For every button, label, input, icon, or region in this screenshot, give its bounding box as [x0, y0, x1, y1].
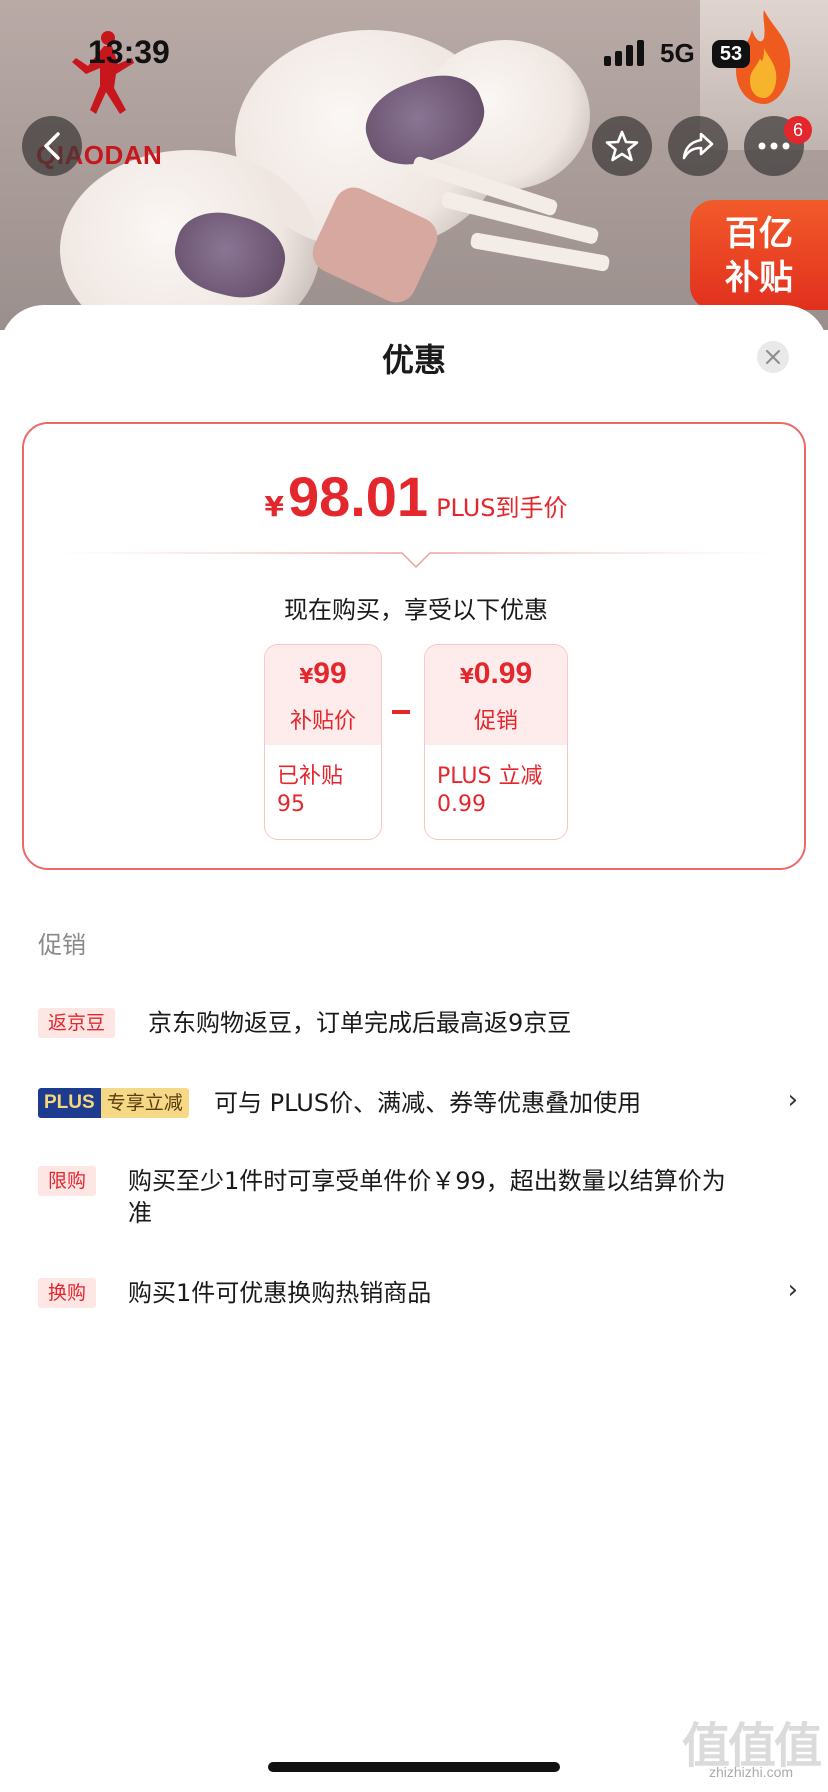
notification-badge: 6 — [784, 116, 812, 144]
share-button[interactable] — [668, 116, 728, 176]
promotions-section-title: 促销 — [38, 931, 86, 959]
card-label: 促销 — [473, 709, 518, 734]
promo-text: 购买至少1件时可享受单件价￥99，超出数量以结算价为准 — [128, 1167, 726, 1227]
card-amount: 0.99 — [473, 657, 533, 690]
promo-text: 可与 PLUS价、满减、券等优惠叠加使用 — [214, 1089, 642, 1117]
plus-tag-label: PLUS — [38, 1088, 101, 1118]
promo-tag: 返京豆 — [38, 1008, 116, 1038]
subsidy-line1: 百亿 — [725, 214, 793, 254]
watermark-url: zhizhizhi.com — [708, 1764, 794, 1780]
price-label: PLUS到手价 — [436, 494, 568, 522]
signal-icon — [604, 40, 644, 66]
subsidy-price-card: ¥99 补贴价 已补贴 95 — [264, 644, 382, 840]
more-icon — [758, 142, 790, 150]
final-price: ¥98.01 PLUS到手价 — [24, 464, 808, 529]
card-amount: 99 — [313, 657, 347, 690]
close-icon — [766, 350, 780, 364]
promo-row-limit: 限购 购买至少1件时可享受单件价￥99，超出数量以结算价为准 — [38, 1163, 798, 1233]
promo-tag: 换购 — [38, 1278, 97, 1308]
now-buy-text: 现在购买，享受以下优惠 — [284, 596, 548, 624]
discount-sheet: 优惠 ¥98.01 PLUS到手价 现在购买，享受以下优惠 ¥99 补贴价 已补… — [0, 305, 828, 1792]
price-breakdown-card: ¥98.01 PLUS到手价 现在购买，享受以下优惠 ¥99 补贴价 已补贴 9… — [22, 422, 806, 870]
subsidy-tag[interactable]: 百亿 补贴 — [690, 200, 828, 310]
card-label: 补贴价 — [289, 709, 356, 734]
sheet-title: 优惠 — [381, 341, 446, 379]
card-currency: ¥ — [299, 664, 314, 688]
minus-sign — [392, 710, 410, 714]
battery-indicator: 53 — [712, 40, 750, 68]
plus-tag: PLUS 专享立减 — [38, 1088, 189, 1118]
price-currency: ¥ — [264, 490, 284, 523]
card-desc: 已补贴 95 — [277, 764, 344, 817]
card-value: ¥99 — [265, 657, 381, 691]
promo-discount-card: ¥0.99 促销 PLUS 立减 0.99 — [424, 644, 568, 840]
favorite-button[interactable] — [592, 116, 652, 176]
network-type: 5G — [660, 38, 695, 68]
promo-tag: 限购 — [38, 1166, 97, 1196]
star-icon — [605, 130, 639, 162]
promo-row-plus[interactable]: PLUS 专享立减 可与 PLUS价、满减、券等优惠叠加使用 › — [38, 1085, 798, 1121]
promo-text: 京东购物返豆，订单完成后最高返9京豆 — [148, 1009, 572, 1037]
plus-tag-sub: 专享立减 — [100, 1088, 189, 1118]
card-desc: PLUS 立减 0.99 — [437, 764, 543, 817]
subsidy-line2: 补贴 — [725, 258, 793, 298]
back-button[interactable] — [22, 116, 82, 176]
card-currency: ¥ — [459, 664, 474, 688]
promo-row-jingdou: 返京豆 京东购物返豆，订单完成后最高返9京豆 — [38, 1005, 798, 1041]
chevron-right-icon: › — [787, 1085, 798, 1115]
card-value: ¥0.99 — [425, 657, 567, 691]
price-divider — [50, 549, 782, 573]
chevron-right-icon: › — [787, 1275, 798, 1305]
share-icon — [682, 132, 714, 160]
chevron-left-icon — [44, 132, 60, 160]
home-indicator[interactable] — [268, 1762, 560, 1772]
close-button[interactable] — [757, 341, 789, 373]
price-amount: 98.01 — [287, 465, 429, 528]
status-time: 13:39 — [88, 34, 170, 70]
promo-row-exchange[interactable]: 换购 购买1件可优惠换购热销商品 › — [38, 1275, 798, 1311]
promo-text: 购买1件可优惠换购热销商品 — [128, 1279, 432, 1307]
